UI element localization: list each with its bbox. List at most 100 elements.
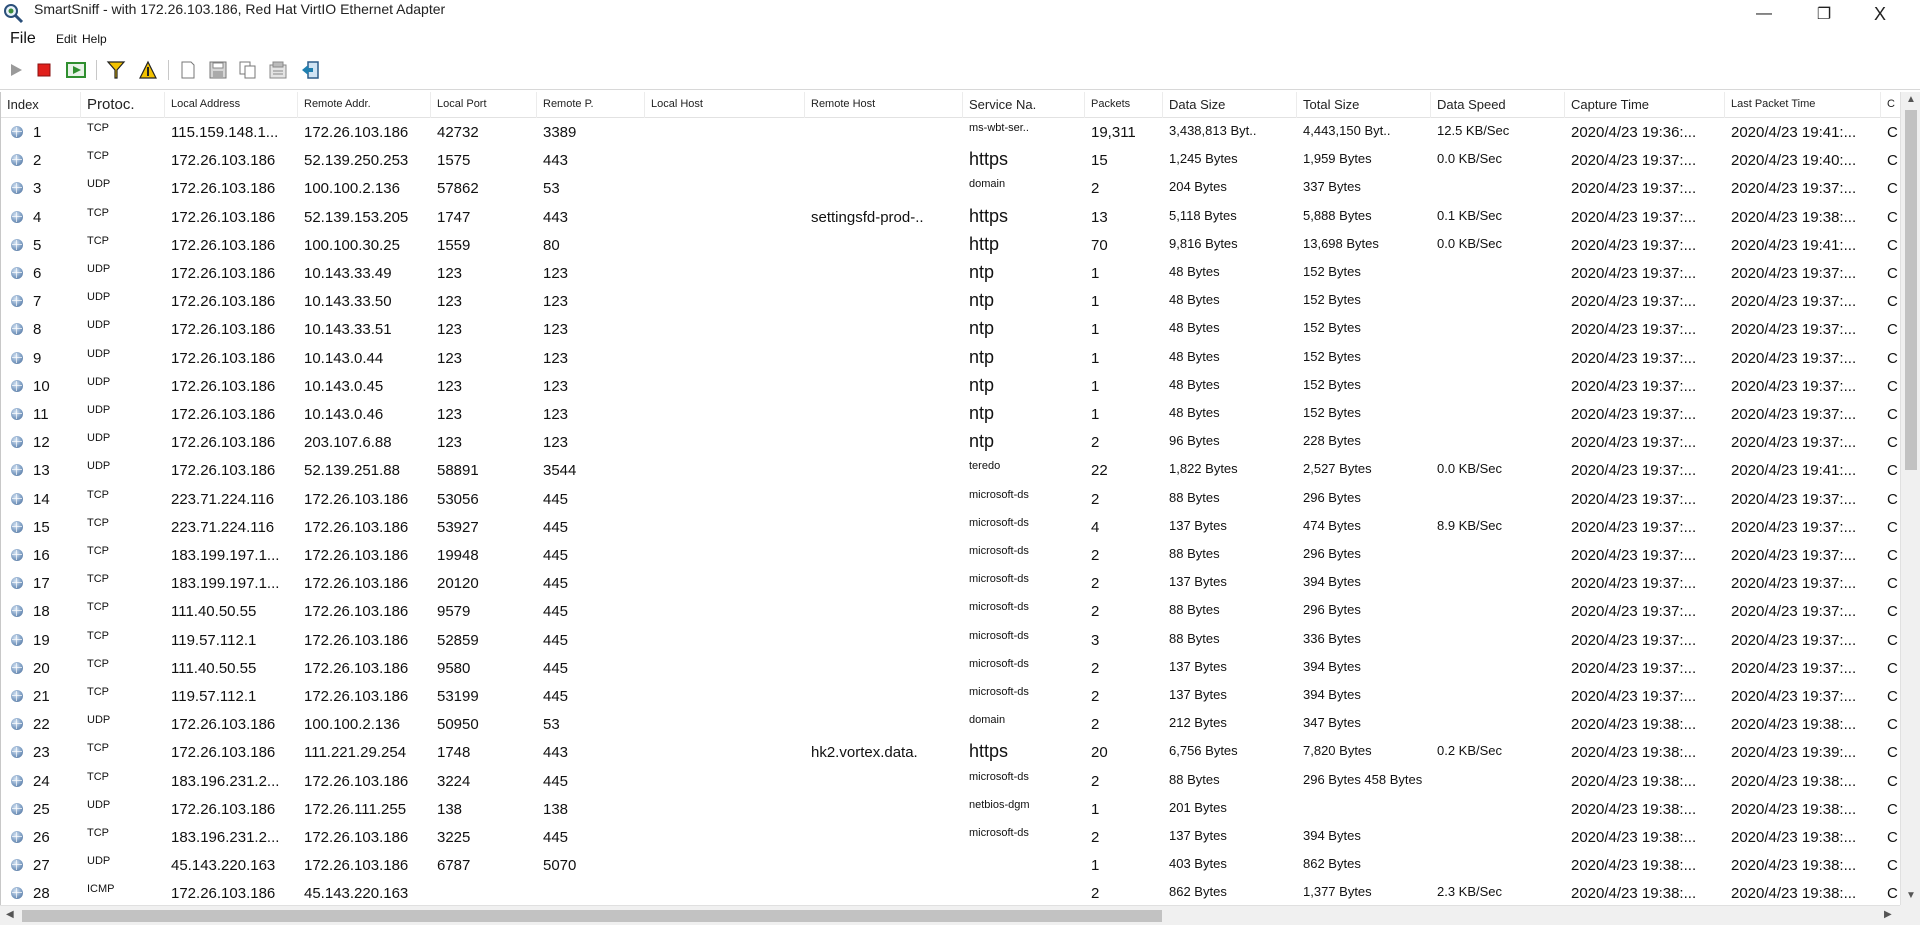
cell-index: 21 bbox=[33, 688, 50, 705]
table-row[interactable]: 5 TCP 172.26.103.186 100.100.30.25 1559 80 htt… bbox=[1, 231, 1901, 259]
scroll-right-icon[interactable]: ▶ bbox=[1884, 909, 1892, 920]
exit-icon[interactable] bbox=[298, 58, 322, 82]
table-row[interactable]: 9 UDP 172.26.103.186 10.143.0.44 123 123 ntp 1 4… bbox=[1, 344, 1901, 372]
table-row[interactable]: 12 UDP 172.26.103.186 203.107.6.88 123 123 ntp… bbox=[1, 428, 1901, 456]
table-row[interactable]: 24 TCP 183.196.231.2... 172.26.103.186 3224 4… bbox=[1, 767, 1901, 795]
table-row[interactable]: 21 TCP 119.57.112.1 172.26.103.186 53199 445 m… bbox=[1, 682, 1901, 710]
cell-data-speed bbox=[1431, 287, 1565, 315]
properties-icon[interactable] bbox=[266, 58, 290, 82]
column-header-remote-host[interactable]: Remote Host bbox=[805, 92, 963, 118]
warning-filter-icon[interactable] bbox=[136, 58, 160, 82]
column-header-remote-address[interactable]: Remote Addr. bbox=[298, 92, 431, 118]
table-row[interactable]: 18 TCP 111.40.50.55 172.26.103.186 9579 445 mi… bbox=[1, 597, 1901, 625]
table-row[interactable]: 23 TCP 172.26.103.186 111.221.29.254 1748 443… bbox=[1, 738, 1901, 766]
column-header-remote-port[interactable]: Remote P. bbox=[537, 92, 645, 118]
table-row[interactable]: 1 TCP 115.159.148.1... 172.26.103.186 42732 3… bbox=[1, 118, 1901, 146]
column-header-data-size[interactable]: Data Size bbox=[1163, 92, 1297, 118]
cell-total-size: 474 Bytes bbox=[1303, 517, 1361, 533]
table-row[interactable]: 4 TCP 172.26.103.186 52.139.153.205 1747 443 s… bbox=[1, 203, 1901, 231]
cell-remote-host bbox=[805, 231, 963, 259]
cell-local-host bbox=[645, 738, 805, 766]
restore-button[interactable]: ❐ bbox=[1796, 0, 1852, 28]
cell-index: 28 bbox=[33, 885, 50, 903]
table-row[interactable]: 16 TCP 183.199.197.1... 172.26.103.186 19948… bbox=[1, 541, 1901, 569]
table-row[interactable]: 26 TCP 183.196.231.2... 172.26.103.186 3225 4… bbox=[1, 823, 1901, 851]
cell-remote-port: 3544 bbox=[543, 462, 577, 480]
save-icon[interactable] bbox=[206, 58, 230, 82]
table-row[interactable]: 17 TCP 183.199.197.1... 172.26.103.186 20120… bbox=[1, 569, 1901, 597]
cell-remote-host bbox=[805, 710, 963, 738]
cell-protocol: UDP bbox=[87, 798, 111, 811]
menu-file[interactable]: File bbox=[10, 30, 36, 48]
table-row[interactable]: 10 UDP 172.26.103.186 10.143.0.45 123 123 ntp 1… bbox=[1, 372, 1901, 400]
cell-local-host bbox=[645, 428, 805, 456]
cell-last-packet-time: 2020/4/23 19:38:... bbox=[1731, 800, 1857, 818]
cell-local-port: 53056 bbox=[437, 490, 479, 508]
vertical-scrollbar[interactable]: ▲ ▼ bbox=[1900, 92, 1920, 905]
column-header-index[interactable]: Index bbox=[1, 92, 81, 118]
stop-icon[interactable] bbox=[32, 58, 56, 82]
column-header-capture-time[interactable]: Capture Time bbox=[1565, 92, 1725, 118]
connection-globe-icon bbox=[11, 492, 23, 505]
column-header-packets[interactable]: Packets bbox=[1085, 92, 1163, 118]
cell-index: 3 bbox=[33, 180, 42, 198]
column-header-data-speed[interactable]: Data Speed bbox=[1431, 92, 1565, 118]
column-header-local-host[interactable]: Local Host bbox=[645, 92, 805, 118]
cell-local-host bbox=[645, 400, 805, 428]
cell-remote-address: 10.143.0.44 bbox=[304, 349, 384, 367]
table-row[interactable]: 13 UDP 172.26.103.186 52.139.251.88 58891 354… bbox=[1, 456, 1901, 484]
menu-help[interactable]: Help bbox=[82, 32, 107, 46]
cell-remote-port: 123 bbox=[543, 406, 569, 423]
cell-capture-time: 2020/4/23 19:36:... bbox=[1571, 124, 1697, 141]
cell-remote-host bbox=[805, 823, 963, 851]
cell-total-size: 228 Bytes bbox=[1303, 433, 1361, 449]
cell-last-packet-time: 2020/4/23 19:40:... bbox=[1731, 152, 1857, 170]
column-header-extra[interactable]: C bbox=[1881, 92, 1901, 118]
filter-icon[interactable] bbox=[104, 58, 128, 82]
column-header-last-packet-time[interactable]: Last Packet Time bbox=[1725, 92, 1881, 118]
cell-extra: C bbox=[1887, 518, 1898, 536]
table-row[interactable]: 7 UDP 172.26.103.186 10.143.33.50 123 123 ntp 1… bbox=[1, 287, 1901, 315]
table-row[interactable]: 3 UDP 172.26.103.186 100.100.2.136 57862 53 do… bbox=[1, 174, 1901, 202]
cell-data-size: 3,438,813 Byt.. bbox=[1169, 123, 1257, 138]
column-header-local-port[interactable]: Local Port bbox=[431, 92, 537, 118]
cell-index: 2 bbox=[33, 152, 42, 170]
table-row[interactable]: 14 TCP 223.71.224.116 172.26.103.186 53056 44… bbox=[1, 485, 1901, 513]
scroll-left-icon[interactable]: ◀ bbox=[6, 909, 14, 920]
minimize-button[interactable]: — bbox=[1736, 0, 1792, 28]
cell-packets: 22 bbox=[1091, 462, 1108, 480]
table-row[interactable]: 6 UDP 172.26.103.186 10.143.33.49 123 123 ntp 1… bbox=[1, 259, 1901, 287]
table-row[interactable]: 28 ICMP 172.26.103.186 45.143.220.163 2 862 B… bbox=[1, 879, 1901, 905]
column-header-total-size[interactable]: Total Size bbox=[1297, 92, 1431, 118]
connection-globe-icon bbox=[11, 126, 23, 138]
table-row[interactable]: 20 TCP 111.40.50.55 172.26.103.186 9580 445 mi… bbox=[1, 654, 1901, 682]
table-row[interactable]: 8 UDP 172.26.103.186 10.143.33.51 123 123 ntp 1… bbox=[1, 315, 1901, 343]
cell-extra: C bbox=[1887, 829, 1898, 846]
menu-edit[interactable]: Edit bbox=[56, 32, 77, 46]
table-row[interactable]: 2 TCP 172.26.103.186 52.139.250.253 1575 443 h… bbox=[1, 146, 1901, 174]
cell-local-host bbox=[645, 259, 805, 287]
horizontal-scrollbar[interactable]: ◀ ▶ bbox=[0, 905, 1900, 925]
table-row[interactable]: 19 TCP 119.57.112.1 172.26.103.186 52859 445 m… bbox=[1, 626, 1901, 654]
horizontal-scroll-thumb[interactable] bbox=[22, 910, 1162, 922]
scroll-up-icon[interactable]: ▲ bbox=[1906, 94, 1916, 105]
table-row[interactable]: 27 UDP 45.143.220.163 172.26.103.186 6787 507… bbox=[1, 851, 1901, 879]
column-header-protocol[interactable]: Protoc. bbox=[81, 92, 165, 118]
table-row[interactable]: 11 UDP 172.26.103.186 10.143.0.46 123 123 ntp 1… bbox=[1, 400, 1901, 428]
table-row[interactable]: 15 TCP 223.71.224.116 172.26.103.186 53927 44… bbox=[1, 513, 1901, 541]
play-icon[interactable] bbox=[4, 58, 28, 82]
cell-data-size: 9,816 Bytes bbox=[1169, 235, 1238, 251]
vertical-scroll-thumb[interactable] bbox=[1905, 110, 1917, 470]
cell-last-packet-time: 2020/4/23 19:38:... bbox=[1731, 772, 1857, 790]
table-row[interactable]: 25 UDP 172.26.103.186 172.26.111.255 138 138 n… bbox=[1, 795, 1901, 823]
cell-data-size: 137 Bytes bbox=[1169, 517, 1227, 533]
cell-data-size: 1,245 Bytes bbox=[1169, 151, 1238, 167]
new-document-icon[interactable] bbox=[176, 58, 200, 82]
capture-icon[interactable] bbox=[64, 58, 88, 82]
column-header-local-address[interactable]: Local Address bbox=[165, 92, 298, 118]
copy-icon[interactable] bbox=[236, 58, 260, 82]
table-row[interactable]: 22 UDP 172.26.103.186 100.100.2.136 50950 53 d… bbox=[1, 710, 1901, 738]
scroll-down-icon[interactable]: ▼ bbox=[1906, 890, 1916, 901]
close-button[interactable]: X bbox=[1852, 0, 1908, 28]
column-header-service-name[interactable]: Service Na. bbox=[963, 92, 1085, 118]
